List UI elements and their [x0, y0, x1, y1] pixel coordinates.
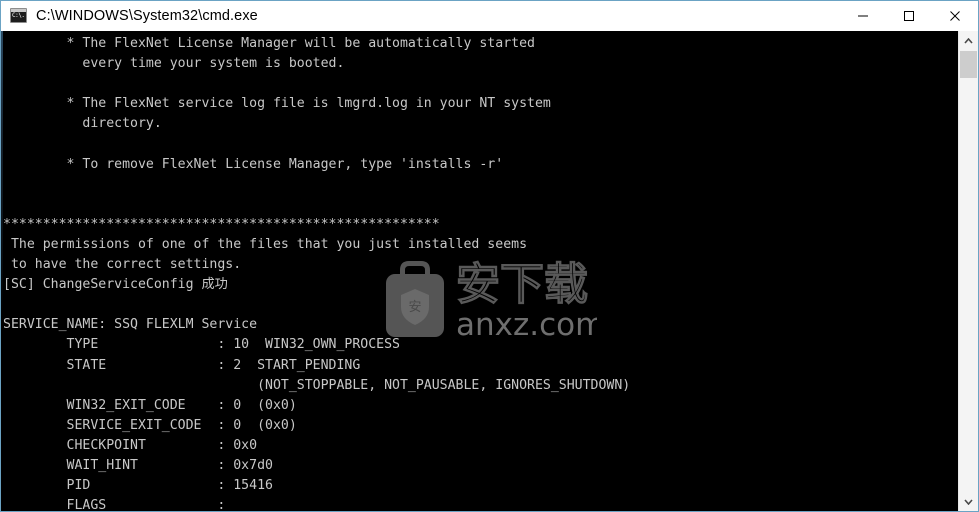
window-controls	[840, 1, 978, 31]
console-line: [SC] ChangeServiceConfig 成功	[3, 277, 228, 293]
cmd-window: C:\. C:\WINDOWS\System32\cmd.exe * The F…	[0, 0, 979, 512]
close-icon	[950, 11, 960, 21]
console-line: WAIT_HINT : 0x7d0	[3, 457, 273, 473]
minimize-icon	[858, 15, 868, 17]
scroll-up-button[interactable]	[959, 31, 978, 50]
maximize-icon	[904, 11, 914, 21]
console-body[interactable]: * The FlexNet License Manager will be au…	[1, 31, 978, 511]
console-line: SERVICE_NAME: SSQ FLEXLM Service	[3, 317, 258, 333]
console-line: FLAGS :	[3, 498, 226, 511]
chevron-down-icon	[964, 498, 973, 505]
scrollbar-thumb[interactable]	[960, 51, 977, 78]
console-line: every time your system is booted.	[3, 56, 345, 72]
console-line: directory.	[3, 116, 162, 132]
cmd-console-icon: C:\.	[10, 8, 27, 23]
console-line: * To remove FlexNet License Manager, typ…	[3, 156, 504, 172]
chevron-up-icon	[964, 37, 973, 44]
console-line: PID : 15416	[3, 478, 273, 494]
console-line: * The FlexNet License Manager will be au…	[3, 36, 535, 51]
maximize-button[interactable]	[886, 1, 932, 31]
console-line: TYPE : 10 WIN32_OWN_PROCESS	[3, 337, 400, 353]
console-output[interactable]: * The FlexNet License Manager will be au…	[3, 31, 956, 511]
scrollbar-track[interactable]	[959, 50, 978, 492]
console-line: CHECKPOINT : 0x0	[3, 437, 258, 453]
close-button[interactable]	[932, 1, 978, 31]
console-line: The permissions of one of the files that…	[3, 236, 528, 252]
console-line: SERVICE_EXIT_CODE : 0 (0x0)	[3, 417, 297, 433]
console-icon-prompt-text: C:\.	[12, 12, 25, 19]
vertical-scrollbar[interactable]	[958, 31, 978, 511]
console-line: (NOT_STOPPABLE, NOT_PAUSABLE, IGNORES_SH…	[3, 377, 631, 393]
console-line: ****************************************…	[3, 216, 440, 232]
window-title: C:\WINDOWS\System32\cmd.exe	[36, 7, 258, 24]
minimize-button[interactable]	[840, 1, 886, 31]
console-line: WIN32_EXIT_CODE : 0 (0x0)	[3, 397, 297, 413]
console-line: to have the correct settings.	[3, 257, 242, 273]
title-bar[interactable]: C:\. C:\WINDOWS\System32\cmd.exe	[1, 1, 978, 31]
console-line: * The FlexNet service log file is lmgrd.…	[3, 96, 551, 112]
console-line: STATE : 2 START_PENDING	[3, 357, 361, 373]
scroll-down-button[interactable]	[959, 492, 978, 511]
